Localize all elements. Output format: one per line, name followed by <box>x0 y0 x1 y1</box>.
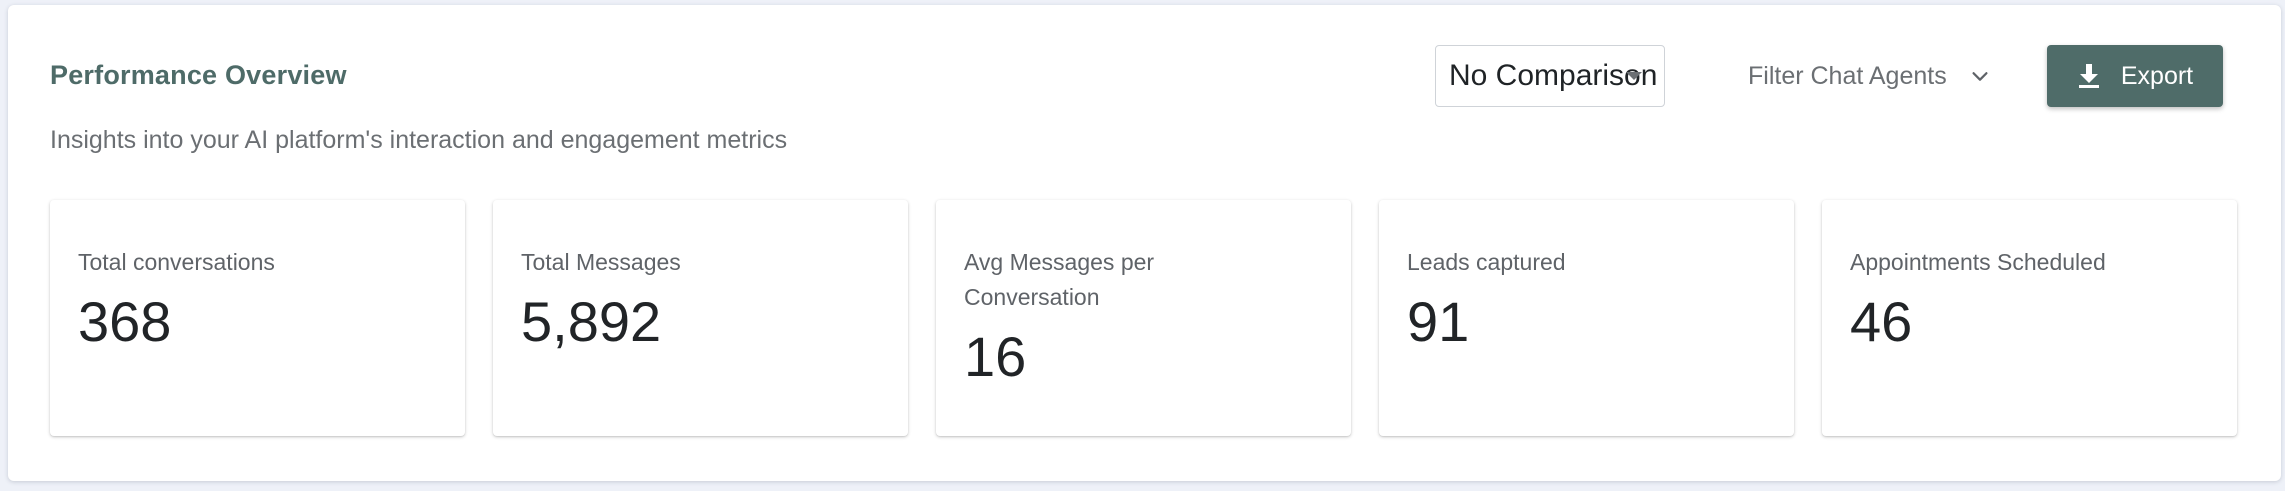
filter-chat-agents-label: Filter Chat Agents <box>1748 61 1947 90</box>
page-title: Performance Overview <box>50 60 347 90</box>
export-button[interactable]: Export <box>2047 45 2223 107</box>
metric-value: 46 <box>1850 290 1913 353</box>
metric-card-appointments-scheduled: Appointments Scheduled 46 <box>1822 200 2237 436</box>
metric-card-total-messages: Total Messages 5,892 <box>493 200 908 436</box>
metric-card-avg-messages: Avg Messages per Conversation 16 <box>936 200 1351 436</box>
caret-down-icon <box>1626 72 1642 80</box>
metric-value: 16 <box>964 325 1027 388</box>
performance-overview-panel: Performance Overview Insights into your … <box>8 5 2281 481</box>
metric-card-leads-captured: Leads captured 91 <box>1379 200 1794 436</box>
metric-label: Total Messages <box>521 249 681 275</box>
metric-label: Avg Messages per Conversation <box>964 249 1155 310</box>
metric-card-total-conversations: Total conversations 368 <box>50 200 465 436</box>
metric-value: 368 <box>78 290 172 353</box>
comparison-select[interactable]: No Comparison <box>1435 45 1665 107</box>
export-label: Export <box>2120 61 2194 90</box>
metric-value: 5,892 <box>521 290 662 353</box>
metric-label: Leads captured <box>1407 249 1566 275</box>
filter-chat-agents-dropdown[interactable]: Filter Chat Agents <box>1748 45 1991 107</box>
chevron-down-icon <box>1972 72 1988 81</box>
page-subtitle: Insights into your AI platform's interac… <box>50 126 788 154</box>
metric-label: Appointments Scheduled <box>1850 249 2106 275</box>
metric-label: Total conversations <box>78 249 275 275</box>
metric-value: 91 <box>1407 290 1470 353</box>
download-icon <box>2078 64 2099 88</box>
